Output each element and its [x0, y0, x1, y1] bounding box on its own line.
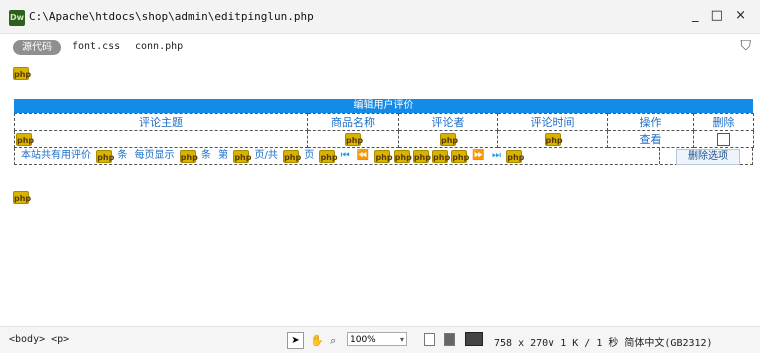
php-code-marker[interactable]: php	[13, 191, 31, 204]
window-controls[interactable]: _ □ ×	[692, 8, 750, 23]
cell-view: 查看	[607, 130, 694, 148]
php-code-marker[interactable]: php	[432, 149, 450, 163]
php-code-marker[interactable]: php	[374, 149, 393, 163]
php-code-marker[interactable]: php	[440, 132, 458, 146]
cell-delete	[693, 130, 754, 148]
php-code-marker[interactable]: php	[451, 149, 469, 163]
cell-reviewer: php	[398, 130, 498, 148]
delete-selected-button[interactable]: 删除选项	[676, 149, 740, 165]
window-title: C:\Apache\htdocs\shop\admin\editpinglun.…	[29, 10, 314, 23]
pager-unit-label: 条	[200, 150, 211, 161]
table-header-title: 编辑用户评价	[14, 99, 753, 113]
php-code-marker[interactable]: php	[412, 149, 431, 163]
php-code-marker[interactable]: php	[544, 132, 563, 146]
tag-selector[interactable]: <body> <p>	[9, 334, 69, 345]
zoom-select[interactable]: 100% ▾	[347, 332, 407, 346]
php-code-marker[interactable]: php	[283, 149, 301, 163]
prev-page-icon[interactable]: ⏪	[357, 150, 369, 161]
pager-page-sep: 页/共	[254, 150, 278, 161]
pager-unit-label: 条	[117, 150, 128, 161]
pager-page-suffix: 页	[304, 150, 315, 161]
title-bar: Dw C:\Apache\htdocs\shop\admin\editpingl…	[0, 0, 760, 34]
last-page-icon[interactable]: ⏭	[492, 150, 501, 161]
monitor-icon[interactable]	[465, 332, 483, 346]
filter-icon[interactable]: ⛉	[741, 38, 752, 54]
php-code-marker[interactable]: php	[393, 149, 412, 163]
col-header-topic: 评论主题	[14, 113, 308, 131]
php-code-marker[interactable]: php	[319, 149, 338, 163]
zoom-tool-icon[interactable]: ⌕	[330, 334, 336, 348]
related-file-conn-php[interactable]: conn.php	[135, 41, 183, 52]
column-header-row: 评论主题 商品名称 评论者 评论时间 操作 删除	[14, 113, 754, 131]
cell-time: php	[497, 130, 608, 148]
col-header-reviewer: 评论者	[398, 113, 498, 131]
php-code-marker[interactable]: php	[506, 149, 524, 163]
pager-total-label: 本站共有用评价	[21, 150, 91, 161]
pager-page-prefix: 第	[218, 150, 229, 161]
col-header-delete: 删除	[693, 113, 754, 131]
php-code-marker[interactable]: php	[96, 149, 114, 163]
document-info: 758 x 270∨ 1 K / 1 秒 简体中文(GB2312)	[494, 338, 713, 349]
cell-product: php	[307, 130, 399, 148]
edit-review-table: 编辑用户评价 评论主题 商品名称 评论者 评论时间 操作 删除 php php …	[14, 99, 754, 165]
php-code-marker[interactable]: php	[345, 132, 363, 146]
pagination-row: 本站共有用评价 php 条 每页显示 php 条 第 php 页/共 php 页…	[14, 148, 753, 165]
zoom-value: 100%	[350, 335, 376, 345]
php-code-marker[interactable]: php	[13, 67, 31, 80]
col-header-time: 评论时间	[497, 113, 608, 131]
status-bar: <body> <p> ➤ ✋ ⌕ 100% ▾ 758 x 270∨ 1 K /…	[0, 326, 760, 353]
first-page-icon[interactable]: ⏮	[341, 150, 350, 161]
pager-per-page-label: 每页显示	[134, 150, 175, 161]
col-header-product: 商品名称	[307, 113, 399, 131]
delete-checkbox[interactable]	[717, 132, 730, 146]
source-code-button[interactable]: 源代码	[13, 40, 61, 55]
chevron-down-icon: ▾	[399, 335, 404, 344]
view-mode-icon[interactable]	[424, 333, 435, 346]
table-row: php php php php 查看	[14, 130, 754, 148]
pointer-tool-icon[interactable]: ➤	[287, 332, 304, 349]
col-header-action: 操作	[607, 113, 694, 131]
view-link[interactable]: 查看	[640, 133, 662, 146]
pager-divider	[659, 148, 660, 164]
status-tools: ➤ ✋ ⌕	[287, 332, 336, 349]
php-code-marker[interactable]: php	[179, 149, 198, 163]
hand-tool-icon[interactable]: ✋	[310, 334, 324, 347]
related-file-font-css[interactable]: font.css	[72, 41, 120, 52]
cell-topic: php	[14, 130, 308, 148]
view-mode-icon[interactable]	[444, 333, 455, 346]
dreamweaver-logo-icon: Dw	[9, 10, 25, 26]
review-grid: 评论主题 商品名称 评论者 评论时间 操作 删除 php php php php…	[14, 113, 754, 148]
next-page-icon[interactable]: ⏩	[472, 150, 484, 161]
related-files-bar: 源代码 font.css conn.php ⛉	[0, 34, 760, 60]
php-code-marker[interactable]: php	[16, 132, 34, 146]
php-code-marker[interactable]: php	[233, 149, 251, 163]
